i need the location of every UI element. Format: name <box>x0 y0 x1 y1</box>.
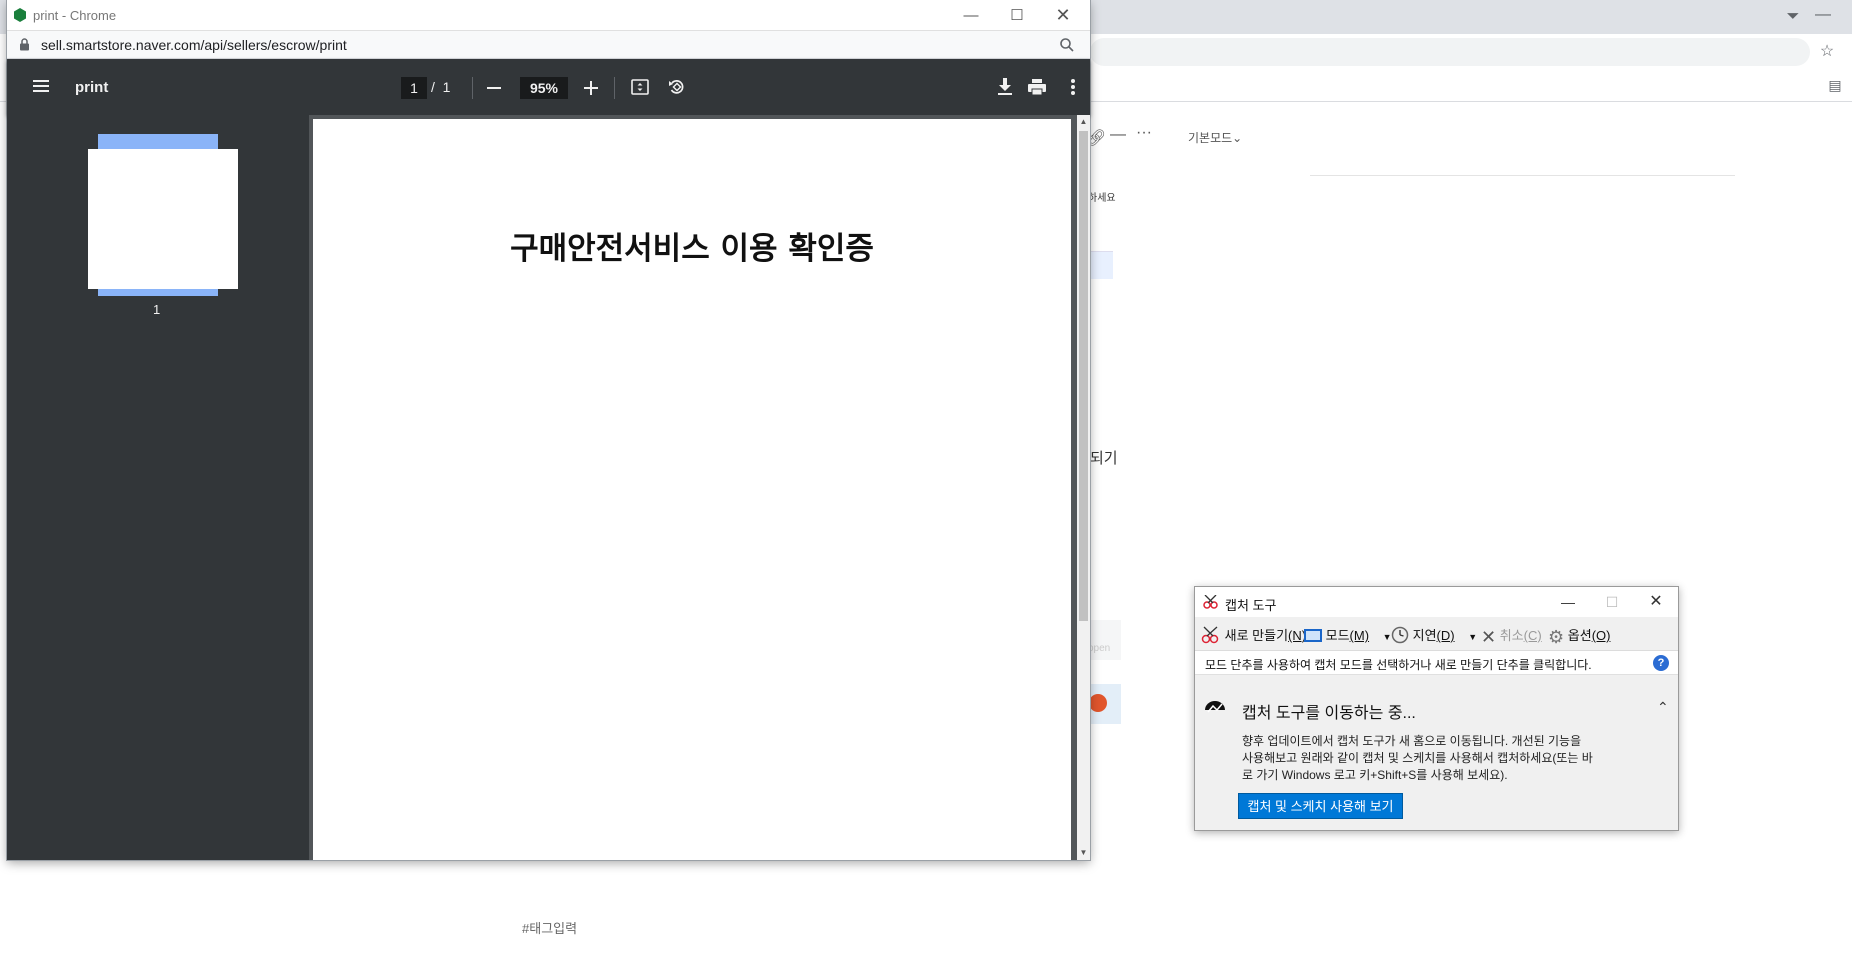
snip-close-button[interactable]: ✕ <box>1634 587 1678 617</box>
options-button[interactable]: ⚙ 옵션(O) <box>1548 625 1610 648</box>
cancel-key: (C) <box>1523 628 1542 643</box>
snipping-hint-bar: 모드 단추를 사용하여 캡처 모드를 선택하거나 새로 만들기 단추를 클릭합니… <box>1195 651 1678 675</box>
background-address-bar[interactable] <box>1090 38 1810 66</box>
snipping-titlebar[interactable]: 캡처 도구 — ☐ ✕ <box>1195 587 1678 617</box>
page-thumbnail[interactable] <box>88 149 238 289</box>
thumbnail-page-number: 1 <box>153 302 161 317</box>
bg-card <box>1088 684 1121 724</box>
rotate-icon[interactable] <box>668 78 686 96</box>
toolbar-divider <box>472 77 473 99</box>
bg-fragment-text: 하세요 <box>1088 193 1116 204</box>
print-popup-window: print - Chrome — ☐ ✕ sell.smartstore.nav… <box>7 0 1090 860</box>
move-notice-body: 향후 업데이트에서 캡처 도구가 새 홈으로 이동됩니다. 개선된 기능을 사용… <box>1242 733 1642 784</box>
editor-mode-select[interactable]: 기본모드⌄ <box>1188 129 1242 146</box>
options-label: 옵션 <box>1567 628 1592 643</box>
page-separator: / <box>431 79 435 95</box>
snip-minimize-button[interactable]: — <box>1546 587 1590 617</box>
bg-fragment-text: 되기 <box>1090 450 1118 467</box>
zoom-magnifier-icon[interactable] <box>1059 37 1075 53</box>
collapse-chevron-up-icon[interactable]: ⌃ <box>1657 699 1669 716</box>
snip-sketch-icon <box>1205 701 1225 713</box>
reading-list-icon[interactable]: ▤ <box>1820 70 1850 100</box>
url-text[interactable]: sell.smartstore.naver.com/api/sellers/es… <box>41 37 347 53</box>
delay-key: (D) <box>1436 628 1455 643</box>
move-notice-line: 로 가기 Windows 로고 키+Shift+S를 사용해 보세요). <box>1242 768 1508 782</box>
profile-menu-icon[interactable]: ⏷ <box>1778 2 1808 32</box>
rectangle-mode-icon <box>1304 629 1322 642</box>
window-titlebar[interactable]: print - Chrome — ☐ ✕ <box>7 0 1090 31</box>
mode-label: 모드 <box>1325 628 1350 643</box>
scrollbar-thumb[interactable] <box>1079 131 1088 621</box>
pdf-viewer: 구매안전서비스 이용 확인증 ▲ ▼ <box>309 115 1090 860</box>
bg-list-highlight <box>1088 251 1113 279</box>
delay-button[interactable]: 지연(D) ▼ <box>1391 625 1477 644</box>
pdf-toolbar: print 1 / 1 95% <box>7 59 1090 115</box>
zoom-in-icon[interactable] <box>584 81 598 95</box>
editor-toolbar-fragment: 🔗︎ — ··· 기본모드⌄ <box>1086 122 1286 152</box>
try-snip-sketch-button[interactable]: 캡처 및 스케치 사용해 보기 <box>1238 793 1403 819</box>
fit-to-page-icon[interactable] <box>631 79 649 95</box>
snipping-tool-window: 캡처 도구 — ☐ ✕ 새로 만들기(N) 모드(M) ▼ 지연(D) ▼ ✕ … <box>1194 586 1679 831</box>
mode-button[interactable]: 모드(M) ▼ <box>1304 625 1392 644</box>
bg-card: open <box>1088 620 1121 660</box>
hamburger-icon[interactable] <box>33 79 49 93</box>
cancel-x-icon: ✕ <box>1481 627 1497 647</box>
current-page-input[interactable]: 1 <box>401 77 427 99</box>
bg-fragment-text: open <box>1088 643 1111 654</box>
scroll-up-arrow-icon[interactable]: ▲ <box>1077 115 1090 129</box>
editor-divider <box>1310 175 1735 176</box>
tag-input[interactable]: #태그입력 <box>522 918 577 937</box>
zoom-level-input[interactable]: 95% <box>520 77 568 99</box>
window-close-button[interactable]: ✕ <box>1040 0 1086 31</box>
options-key: (O) <box>1591 628 1611 643</box>
delay-label: 지연 <box>1412 628 1437 643</box>
window-maximize-button[interactable]: ☐ <box>994 0 1040 31</box>
help-icon[interactable]: ? <box>1653 655 1669 671</box>
address-bar[interactable]: sell.smartstore.naver.com/api/sellers/es… <box>7 31 1090 59</box>
powerpoint-icon <box>1089 694 1107 712</box>
gear-icon: ⚙ <box>1548 627 1565 647</box>
new-snip-scissors-icon <box>1201 626 1219 644</box>
snipping-hint-text: 모드 단추를 사용하여 캡처 모드를 선택하거나 새로 만들기 단추를 클릭합니… <box>1205 658 1592 672</box>
download-icon[interactable] <box>997 78 1013 96</box>
window-minimize-button[interactable]: — <box>948 0 994 31</box>
scissors-icon <box>1203 595 1218 609</box>
smartstore-favicon-icon <box>14 8 26 22</box>
more-horizontal-icon[interactable]: ··· <box>1136 124 1152 142</box>
thumbnail-sidebar: 1 <box>7 115 309 860</box>
snipping-toolbar: 새로 만들기(N) 모드(M) ▼ 지연(D) ▼ ✕ 취소(C) ⚙ 옵션(O… <box>1195 617 1678 651</box>
mode-key: (M) <box>1349 628 1370 643</box>
divider-line-icon[interactable]: — <box>1110 126 1126 144</box>
window-title: print - Chrome <box>33 8 117 23</box>
pdf-title: print <box>75 79 109 96</box>
cancel-snip-button: ✕ 취소(C) <box>1481 625 1542 648</box>
total-pages: 1 <box>442 79 451 95</box>
lock-icon <box>20 38 29 51</box>
move-notice-line: 사용해보고 원래와 같이 캡처 및 스케치를 사용해서 캡처하세요(또는 바 <box>1242 751 1593 765</box>
zoom-out-icon[interactable] <box>487 81 501 95</box>
clock-icon <box>1391 626 1409 644</box>
cancel-label: 취소 <box>1499 628 1524 643</box>
delay-dropdown-arrow-icon[interactable]: ▼ <box>1468 632 1477 642</box>
new-snip-button[interactable]: 새로 만들기(N) <box>1201 625 1306 644</box>
snip-maximize-button: ☐ <box>1605 594 1619 610</box>
move-notice-heading: 캡처 도구를 이동하는 중... <box>1242 705 1416 722</box>
scroll-down-arrow-icon[interactable]: ▼ <box>1077 846 1090 860</box>
snipping-title: 캡처 도구 <box>1225 598 1277 613</box>
document-heading: 구매안전서비스 이용 확인증 <box>510 231 874 267</box>
more-vert-icon[interactable] <box>1070 78 1076 96</box>
toolbar-divider <box>614 77 615 99</box>
pdf-page: 구매안전서비스 이용 확인증 <box>313 119 1071 860</box>
new-snip-label: 새로 만들기 <box>1224 628 1289 643</box>
move-notice-line: 향후 업데이트에서 캡처 도구가 새 홈으로 이동됩니다. 개선된 기능을 <box>1242 734 1582 748</box>
print-icon[interactable] <box>1028 78 1046 96</box>
bookmark-star-icon[interactable]: ☆ <box>1812 37 1842 67</box>
page-count: / 1 <box>431 79 450 95</box>
bg-minimize-button[interactable]: — <box>1808 0 1838 30</box>
